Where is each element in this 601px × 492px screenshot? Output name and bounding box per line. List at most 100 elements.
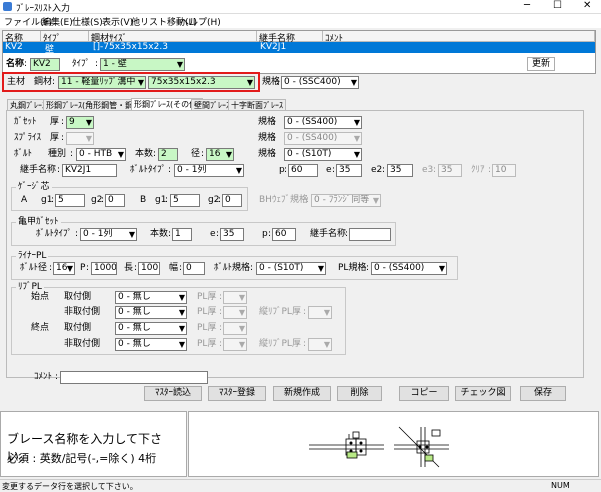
liner-len-label: 長 [124, 263, 134, 273]
rib-end-label: 終点 [31, 323, 50, 333]
splice-thick-colon: : [61, 133, 65, 143]
col-header-steel-size[interactable]: 鋼材ｻｲｽﾞ [89, 31, 257, 44]
chevron-down-icon: ▼ [323, 340, 330, 349]
comment-input[interactable] [60, 371, 208, 384]
cell-type: 壁 [45, 45, 55, 55]
title-bar: ﾌﾞﾚｰｽﾘｽﾄ入力 ─ ☐ ✕ [0, 0, 601, 14]
e2-input[interactable]: 35 [387, 164, 413, 177]
bolt-dia-label: 径 [191, 149, 201, 159]
menu-view[interactable]: 表示(V) [102, 15, 133, 28]
e2-label: e2 [371, 165, 383, 175]
kikko-e-input[interactable]: 35 [220, 228, 244, 241]
table-row[interactable]: KV2 壁 []-75x35x15x2.3 KV2J1 [3, 42, 595, 55]
splice-thick-select: ▼ [66, 132, 94, 145]
e3-input: 35 [438, 164, 462, 177]
kikko-bolt-type-value: 0 - 1列 [83, 229, 113, 239]
col-header-comment[interactable]: ｺﾒﾝﾄ [323, 31, 595, 44]
gauge-a-g1-colon: : [51, 195, 55, 205]
rib-end-mount-select[interactable]: 0 - 無し ▼ [115, 322, 187, 335]
brace-list-grid[interactable]: 名称 ﾀｲﾌﾟ 鋼材ｻｲｽﾞ 継手名称 ｺﾒﾝﾄ KV2 壁 []-75x35x… [2, 30, 596, 74]
chevron-down-icon: ▼ [117, 150, 124, 159]
rib-start-label: 始点 [31, 292, 50, 302]
bolt-count-input[interactable]: 2 [158, 148, 178, 161]
gauge-b-g1-input[interactable]: 5 [170, 194, 200, 207]
rib-end-nonmount-select[interactable]: 0 - 無し ▼ [115, 338, 187, 351]
bh-web-select: 0 - ﾌﾗﾝｼﾞ同等 ▼ [311, 194, 381, 207]
gusset-spec-colon: : [272, 117, 276, 127]
p-input[interactable]: 60 [288, 164, 318, 177]
kikko-count-input[interactable]: 1 [172, 228, 192, 241]
minimize-icon[interactable]: ─ [524, 0, 530, 11]
maximize-icon[interactable]: ☐ [553, 0, 562, 11]
bolt-count-colon: : [153, 149, 157, 159]
chevron-down-icon: ▼ [238, 340, 245, 349]
bolt-dia-select[interactable]: 16 ▼ [206, 148, 234, 161]
menu-edit[interactable]: 編集(E) [42, 15, 73, 28]
preview-panel [188, 411, 599, 477]
rib-end-mount-label: 取付側 [64, 323, 92, 333]
liner-width-input[interactable]: 0 [183, 262, 205, 275]
liner-dia-select[interactable]: 16 ▼ [53, 262, 75, 275]
chevron-down-icon: ▼ [238, 324, 245, 333]
e3-label: e3 [422, 165, 434, 175]
spec-select[interactable]: 0 - (SSC400) ▼ [281, 76, 359, 89]
gusset-spec-select[interactable]: 0 - (SS400) ▼ [284, 116, 362, 129]
liner-pl-spec-label: PL規格 [338, 263, 367, 273]
gauge-b-g1-colon: : [165, 195, 169, 205]
kikko-p-label: p [262, 229, 268, 239]
liner-p-input[interactable]: 1000 [91, 262, 117, 275]
spec-colon: : [276, 77, 280, 87]
e-input[interactable]: 35 [336, 164, 362, 177]
num-lock-indicator: NUM [551, 481, 570, 490]
col-header-type[interactable]: ﾀｲﾌﾟ [41, 31, 89, 44]
kikko-p-input[interactable]: 60 [272, 228, 296, 241]
rib-end-nonmount-pl-label: PL厚 [197, 339, 217, 349]
kikko-bolt-type-label: ﾎﾞﾙﾄﾀｲﾌﾟ [36, 229, 73, 239]
rib-end-nonmount-pl-select: ▼ [223, 338, 247, 351]
bolt-kind-select[interactable]: 0 - HTB ▼ [76, 148, 126, 161]
kikko-joint-input[interactable] [349, 228, 391, 241]
rib-start-nonmount-select[interactable]: 0 - 無し ▼ [115, 306, 187, 319]
menu-bar: ファイル(F) 編集(E) 仕様(S) 表示(V) 他リスト移動(L) ヘルプ(… [0, 14, 601, 28]
update-indicator: 更新 [527, 57, 555, 71]
menu-help[interactable]: ヘルプ(H) [180, 15, 221, 28]
chevron-down-icon: ▼ [176, 60, 183, 69]
bolt-type-select[interactable]: 0 - 1列 ▼ [174, 164, 244, 177]
kikko-bolt-type-select[interactable]: 0 - 1列 ▼ [80, 228, 137, 241]
col-header-joint[interactable]: 継手名称 [257, 31, 323, 44]
delete-button[interactable]: 削除 [337, 386, 382, 401]
chevron-down-icon: ▼ [85, 134, 92, 143]
master-register-button[interactable]: ﾏｽﾀｰ登録 [208, 386, 266, 401]
gusset-thick-select[interactable]: 9 ▼ [66, 116, 94, 129]
steel-size-select[interactable]: 75x35x15x2.3 ▼ [148, 76, 255, 89]
save-button[interactable]: 保存 [520, 386, 566, 401]
new-button[interactable]: 新規作成 [273, 386, 331, 401]
check-drawing-button[interactable]: チェック図 [455, 386, 511, 401]
rib-end-nonmount-label: 非取付側 [64, 339, 101, 349]
menu-spec[interactable]: 仕様(S) [72, 15, 103, 28]
name-input[interactable]: KV2 [30, 58, 60, 71]
chevron-down-icon: ▼ [235, 166, 242, 175]
e-colon: : [332, 165, 336, 175]
close-icon[interactable]: ✕ [583, 0, 591, 11]
chevron-down-icon: ▼ [246, 78, 253, 87]
liner-bolt-spec-select[interactable]: 0 - (S10T) ▼ [256, 262, 326, 275]
splice-spec-colon: : [272, 133, 276, 143]
joint-name-input[interactable]: KV2J1 [62, 164, 117, 177]
rib-end-vert-rib-label: 縦ﾘﾌﾞPL厚 [259, 339, 301, 349]
liner-len-input[interactable]: 100 [138, 262, 160, 275]
gauge-b-g2-input[interactable]: 0 [222, 194, 242, 207]
copy-button[interactable]: コピー [399, 386, 449, 401]
liner-bolt-spec-colon: : [250, 263, 254, 273]
master-load-button[interactable]: ﾏｽﾀｰ読込 [144, 386, 202, 401]
liner-pl-spec-select[interactable]: 0 - (SS400) ▼ [371, 262, 447, 275]
chevron-down-icon: ▼ [178, 293, 185, 302]
col-header-name[interactable]: 名称 [3, 31, 41, 44]
gauge-a-g1-input[interactable]: 5 [55, 194, 85, 207]
type-select[interactable]: 1 - 壁 ▼ [100, 58, 185, 71]
gauge-a-g2-input[interactable]: 0 [105, 194, 125, 207]
rib-start-mount-select[interactable]: 0 - 無し ▼ [115, 291, 187, 304]
steel-type-select[interactable]: 11 - 軽量ﾘｯﾌﾟ溝中 ▼ [58, 76, 146, 89]
bolt-spec-select[interactable]: 0 - (S10T) ▼ [284, 148, 362, 161]
gauge-a-label: A [21, 195, 28, 205]
